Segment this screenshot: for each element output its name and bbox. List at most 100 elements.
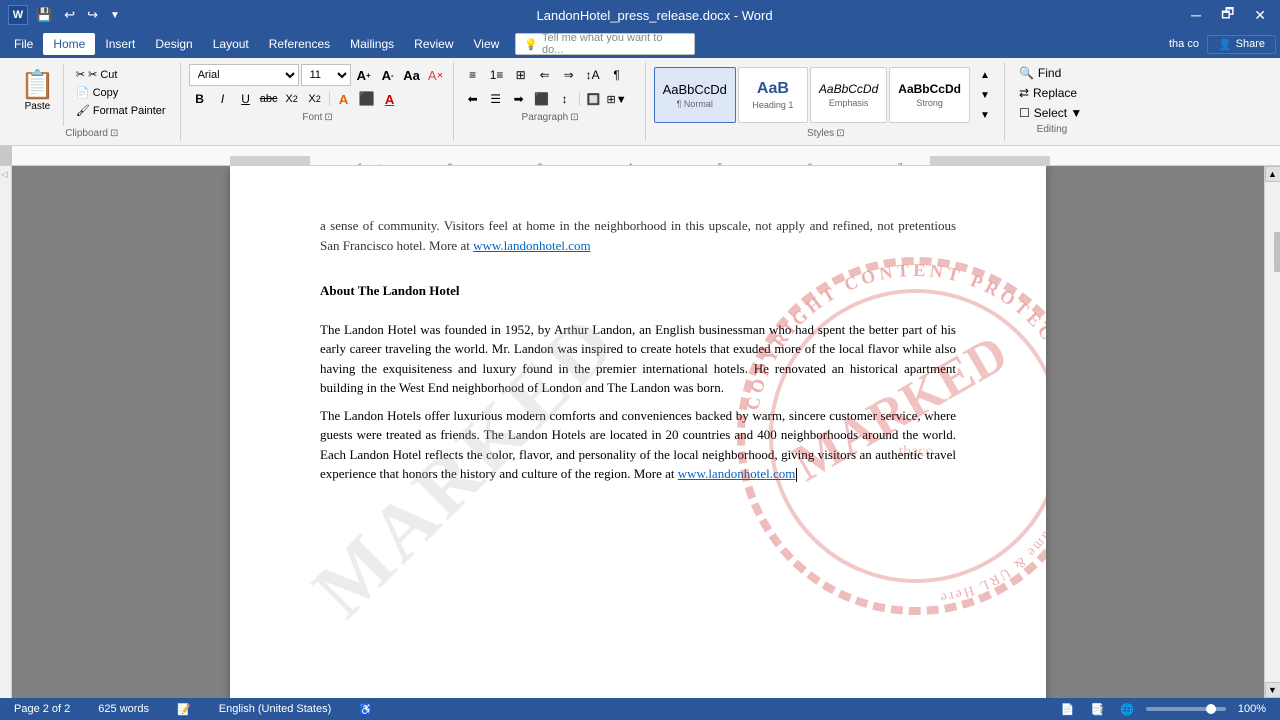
right-scrollbar[interactable]: ▲ ▼ (1264, 166, 1280, 698)
font-expand-icon[interactable]: ⊡ (324, 112, 332, 123)
style-heading1[interactable]: AaB Heading 1 (738, 67, 808, 123)
style-emphasis-preview: AaBbCcDd (819, 82, 878, 96)
share-button[interactable]: 👤 Share (1207, 35, 1276, 54)
find-button[interactable]: 🔍 Find (1013, 64, 1088, 82)
select-button[interactable]: ☐ Select ▼ (1013, 104, 1088, 122)
spellcheck-icon[interactable]: 📝 (173, 702, 195, 717)
tell-me-input[interactable]: 💡 Tell me what you want to do... (515, 33, 695, 55)
menu-review[interactable]: Review (404, 33, 463, 55)
menu-references[interactable]: References (259, 33, 340, 55)
read-mode-button[interactable]: 📄 (1057, 702, 1079, 717)
align-right-button[interactable]: ➡ (508, 88, 530, 110)
justify-button[interactable]: ⬛ (531, 88, 553, 110)
style-strong[interactable]: AaBbCcDd Strong (889, 67, 970, 123)
decrease-indent-button[interactable]: ⇐ (534, 64, 556, 86)
paste-icon: 📋 (20, 68, 55, 101)
italic-button[interactable]: I (212, 88, 234, 110)
minimize-button[interactable]: ─ (1185, 7, 1207, 23)
close-button[interactable]: ✕ (1248, 7, 1272, 24)
show-formatting-button[interactable]: ¶ (606, 64, 628, 86)
main-link[interactable]: www.landonhotel.com (678, 466, 796, 481)
font-size-select[interactable]: 11 12 14 16 (301, 64, 351, 86)
shrink-font-button[interactable]: A- (377, 64, 399, 86)
superscript-button[interactable]: X2 (304, 88, 326, 110)
paragraph-group: ≡ 1≡ ⊞ ⇐ ⇒ ↕A ¶ ⬅ ☰ ➡ ⬛ ↕ 🔲 ⊞▼ Paragraph… (456, 62, 646, 141)
font-color-button[interactable]: A (379, 88, 401, 110)
menu-home[interactable]: Home (43, 33, 95, 55)
copy-button[interactable]: 📄 Copy (72, 84, 122, 101)
paste-button[interactable]: 📋 Paste (12, 64, 64, 126)
restore-button[interactable]: 🗗 (1215, 3, 1240, 27)
menu-file[interactable]: File (4, 33, 43, 55)
redo-button[interactable]: ↪ (83, 5, 102, 25)
menu-layout[interactable]: Layout (203, 33, 259, 55)
format-painter-button[interactable]: 🖌 Format Painter (72, 102, 170, 119)
save-button[interactable]: 💾 (32, 5, 56, 25)
page-info[interactable]: Page 2 of 2 (10, 702, 74, 716)
highlight-color-button[interactable]: ⬛ (356, 88, 378, 110)
prev-paragraph: a sense of community. Visitors feel at h… (320, 216, 956, 255)
bold-button[interactable]: B (189, 88, 211, 110)
style-emphasis[interactable]: AaBbCcDd Emphasis (810, 67, 887, 123)
font-name-select[interactable]: Arial Times New Roman Calibri (189, 64, 299, 86)
replace-button[interactable]: ⇄ Replace (1013, 84, 1088, 102)
styles-expand-icon[interactable]: ⊡ (836, 128, 844, 139)
clipboard-expand-icon[interactable]: ⊡ (110, 128, 118, 139)
numbering-button[interactable]: 1≡ (486, 64, 508, 86)
paragraph-controls: ≡ 1≡ ⊞ ⇐ ⇒ ↕A ¶ ⬅ ☰ ➡ ⬛ ↕ 🔲 ⊞▼ (462, 64, 628, 110)
borders-button[interactable]: ⊞▼ (606, 88, 628, 110)
clear-formatting-button[interactable]: A✕ (425, 64, 447, 86)
clipboard-label: Clipboard ⊡ (12, 128, 172, 139)
find-label: Find (1038, 66, 1061, 80)
zoom-slider[interactable] (1146, 707, 1226, 711)
line-spacing-button[interactable]: ↕ (554, 88, 576, 110)
scroll-up-button[interactable]: ▲ (1265, 166, 1280, 182)
scrollbar-thumb[interactable] (1274, 232, 1280, 272)
doc-scroll-area[interactable]: a sense of community. Visitors feel at h… (12, 166, 1264, 698)
zoom-level[interactable]: 100% (1234, 702, 1270, 716)
doc-page[interactable]: a sense of community. Visitors feel at h… (230, 166, 1046, 698)
style-normal[interactable]: AaBbCcDd ¶ Normal (654, 67, 736, 123)
multilevel-list-button[interactable]: ⊞ (510, 64, 532, 86)
undo-button[interactable]: ↩ (60, 5, 79, 25)
paragraph-expand-icon[interactable]: ⊡ (570, 112, 578, 123)
print-layout-button[interactable]: 📑 (1086, 702, 1108, 717)
shading-button[interactable]: 🔲 (583, 88, 605, 110)
styles-scroll-down-button[interactable]: ▼ (974, 86, 996, 104)
font-name-row: Arial Times New Roman Calibri 11 12 14 1… (189, 64, 447, 86)
center-button[interactable]: ☰ (485, 88, 507, 110)
sort-button[interactable]: ↕A (582, 64, 604, 86)
scroll-down-button[interactable]: ▼ (1265, 682, 1280, 698)
web-layout-button[interactable]: 🌐 (1116, 702, 1138, 717)
subscript-button[interactable]: X2 (281, 88, 303, 110)
word-icon: W (8, 5, 28, 25)
style-strong-preview: AaBbCcDd (898, 82, 961, 96)
styles-scroll-up-button[interactable]: ▲ (974, 66, 996, 84)
increase-indent-button[interactable]: ⇒ (558, 64, 580, 86)
cut-icon: ✂ (76, 68, 85, 81)
tell-me-placeholder: Tell me what you want to do... (542, 32, 686, 56)
menu-view[interactable]: View (464, 33, 510, 55)
help-area: 💡 Tell me what you want to do... (515, 33, 695, 55)
bullets-button[interactable]: ≡ (462, 64, 484, 86)
text-effects-button[interactable]: A (333, 88, 355, 110)
title-bar-left: W 💾 ↩ ↪ ▼ (8, 5, 124, 25)
strikethrough-button[interactable]: abc (258, 88, 280, 110)
word-count[interactable]: 625 words (94, 702, 153, 716)
style-emphasis-label: Emphasis (829, 98, 869, 108)
cut-button[interactable]: ✂ ✂ Cut (72, 66, 122, 83)
styles-more-button[interactable]: ▼ (974, 106, 996, 124)
menu-bar: File Home Insert Design Layout Reference… (0, 30, 1280, 58)
quick-access-more-button[interactable]: ▼ (106, 8, 124, 23)
menu-design[interactable]: Design (145, 33, 202, 55)
menu-mailings[interactable]: Mailings (340, 33, 404, 55)
zoom-thumb[interactable] (1206, 704, 1216, 714)
underline-button[interactable]: U (235, 88, 257, 110)
align-left-button[interactable]: ⬅ (462, 88, 484, 110)
language-info[interactable]: English (United States) (215, 702, 336, 716)
prev-link[interactable]: www.landonhotel.com (473, 238, 591, 253)
menu-insert[interactable]: Insert (95, 33, 145, 55)
change-case-button[interactable]: Aa (401, 64, 423, 86)
accessibility-button[interactable]: ♿ (355, 702, 377, 717)
grow-font-button[interactable]: A+ (353, 64, 375, 86)
